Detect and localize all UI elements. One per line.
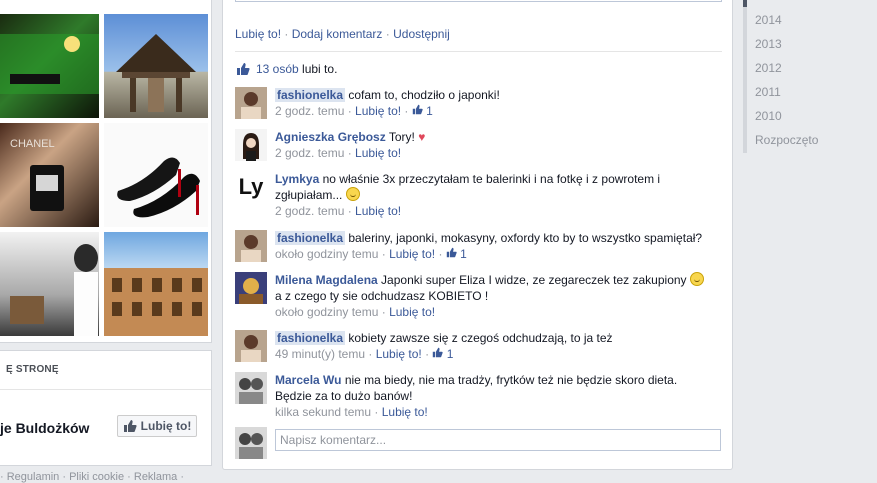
avatar[interactable]: [235, 330, 267, 362]
comment-time[interactable]: około godziny temu: [275, 305, 378, 319]
dot-separator: ·: [281, 27, 292, 41]
comment-like-count[interactable]: 1: [446, 247, 467, 261]
top-input-edge: [235, 0, 722, 2]
year-item[interactable]: Rozpoczęto: [755, 128, 818, 152]
post-card: Lubię to! · Dodaj komentarz · Udostępnij…: [222, 0, 733, 470]
avatar[interactable]: [235, 272, 267, 304]
photo-thumbnail[interactable]: [0, 14, 99, 118]
comment-like-link[interactable]: Lubię to!: [389, 305, 435, 319]
comment-like-link[interactable]: Lubię to!: [389, 247, 435, 261]
photo-thumbnail[interactable]: [104, 14, 208, 118]
comment-like-link[interactable]: Lubię to!: [382, 405, 428, 419]
comment-text: Tory!: [388, 130, 415, 144]
comment-time[interactable]: 2 godz. temu: [275, 204, 344, 218]
comment-author[interactable]: Agnieszka Grębosz: [275, 130, 386, 144]
avatar[interactable]: [235, 87, 267, 119]
avatar[interactable]: [235, 129, 267, 161]
divider: [235, 51, 722, 52]
comment-like-count[interactable]: 1: [432, 347, 453, 361]
footer-links[interactable]: · Regulamin · Pliki cookie · Reklama ·: [0, 471, 184, 483]
thumbs-up-icon: [237, 63, 250, 75]
smile-emoji-icon: [689, 272, 704, 286]
thumbs-up-icon: [446, 247, 457, 258]
comment-time[interactable]: kilka sekund temu: [275, 405, 371, 419]
avatar[interactable]: [235, 230, 267, 262]
thumbs-up-icon: [433, 347, 444, 358]
year-item[interactable]: 2011: [755, 80, 818, 104]
comment-like-link[interactable]: Lubię to!: [376, 347, 422, 361]
smile-emoji-icon: [345, 187, 360, 201]
comment-author[interactable]: fashionelka: [275, 231, 346, 245]
comment-text: baleriny, japonki, mokasyny, oxfordy kto…: [348, 231, 703, 245]
like-page-button-label: Lubię to!: [140, 419, 192, 433]
year-item[interactable]: 2012: [755, 56, 818, 80]
comment-author[interactable]: Milena Magdalena: [275, 273, 378, 287]
like-page-card: Ę STRONĘ je Buldożków Lubię to!: [0, 350, 212, 466]
thumbs-up-icon: [412, 104, 423, 115]
comment-like-count[interactable]: 1: [412, 104, 433, 118]
comment-text: cofam to, chodziło o japonki!: [348, 88, 500, 102]
photo-thumbnail[interactable]: [0, 232, 99, 336]
share-action[interactable]: Udostępnij: [393, 27, 450, 41]
photo-thumbnail[interactable]: [104, 232, 208, 336]
comment-text: Japonki super Eliza I widze, ze zegarecz…: [381, 273, 687, 287]
comment-text: nie ma biedy, nie ma tradży, frytków też…: [344, 373, 678, 387]
comment-time[interactable]: 2 godz. temu: [275, 104, 344, 118]
thumbs-up-icon: [123, 420, 137, 432]
photo-thumbnail[interactable]: CHANEL: [0, 123, 99, 227]
comment-like-link[interactable]: Lubię to!: [355, 146, 401, 160]
avatar[interactable]: Ly: [235, 171, 267, 203]
page-name[interactable]: je Buldożków: [0, 420, 89, 436]
comment-author[interactable]: Marcela Wu: [275, 373, 341, 387]
comment-author[interactable]: fashionelka: [275, 331, 346, 345]
svg-text:CHANEL: CHANEL: [10, 138, 55, 150]
year-rail-active: [743, 0, 747, 7]
photo-thumbnail[interactable]: [104, 123, 208, 227]
comment-text-line2: a z czego ty sie odchudzasz KOBIETO !: [275, 289, 489, 303]
year-item[interactable]: 2014: [755, 8, 818, 32]
comment-time[interactable]: 2 godz. temu: [275, 146, 344, 160]
comment-action[interactable]: Dodaj komentarz: [292, 27, 383, 41]
photo-grid: CHANEL: [0, 0, 212, 343]
likes-suffix: lubi to.: [302, 62, 338, 76]
comment-time[interactable]: 49 minut(y) temu: [275, 347, 365, 361]
comment-text: kobiety zawsze się z czegoś odchudzają, …: [348, 331, 613, 345]
comment-text-line2: Będzie za to dużo banów!: [275, 389, 413, 403]
current-user-avatar[interactable]: [235, 427, 267, 459]
write-comment-input[interactable]: Napisz komentarz...: [275, 429, 721, 451]
like-card-title: Ę STRONĘ: [6, 364, 59, 375]
divider: [0, 389, 211, 390]
timeline-year-list: 2014 2013 2012 2011 2010 Rozpoczęto: [755, 8, 818, 152]
comment-like-link[interactable]: Lubię to!: [355, 104, 401, 118]
year-item[interactable]: 2010: [755, 104, 818, 128]
comment-author[interactable]: fashionelka: [275, 88, 346, 102]
heart-icon: ♥: [418, 130, 426, 144]
avatar[interactable]: [235, 372, 267, 404]
comment-author[interactable]: Lymkya: [275, 172, 319, 186]
dot-separator: ·: [382, 27, 394, 41]
likes-count-link[interactable]: 13 osób: [256, 62, 299, 76]
like-action[interactable]: Lubię to!: [235, 27, 281, 41]
post-actions: Lubię to! · Dodaj komentarz · Udostępnij: [235, 27, 450, 41]
likes-summary: 13 osób lubi to.: [236, 62, 337, 76]
year-rail: [743, 0, 747, 153]
comment-time[interactable]: około godziny temu: [275, 247, 378, 261]
comment-text: no właśnie 3x przeczytałam te balerinki …: [275, 172, 661, 202]
comment-like-link[interactable]: Lubię to!: [355, 204, 401, 218]
like-page-button[interactable]: Lubię to!: [117, 415, 197, 437]
year-item[interactable]: 2013: [755, 32, 818, 56]
